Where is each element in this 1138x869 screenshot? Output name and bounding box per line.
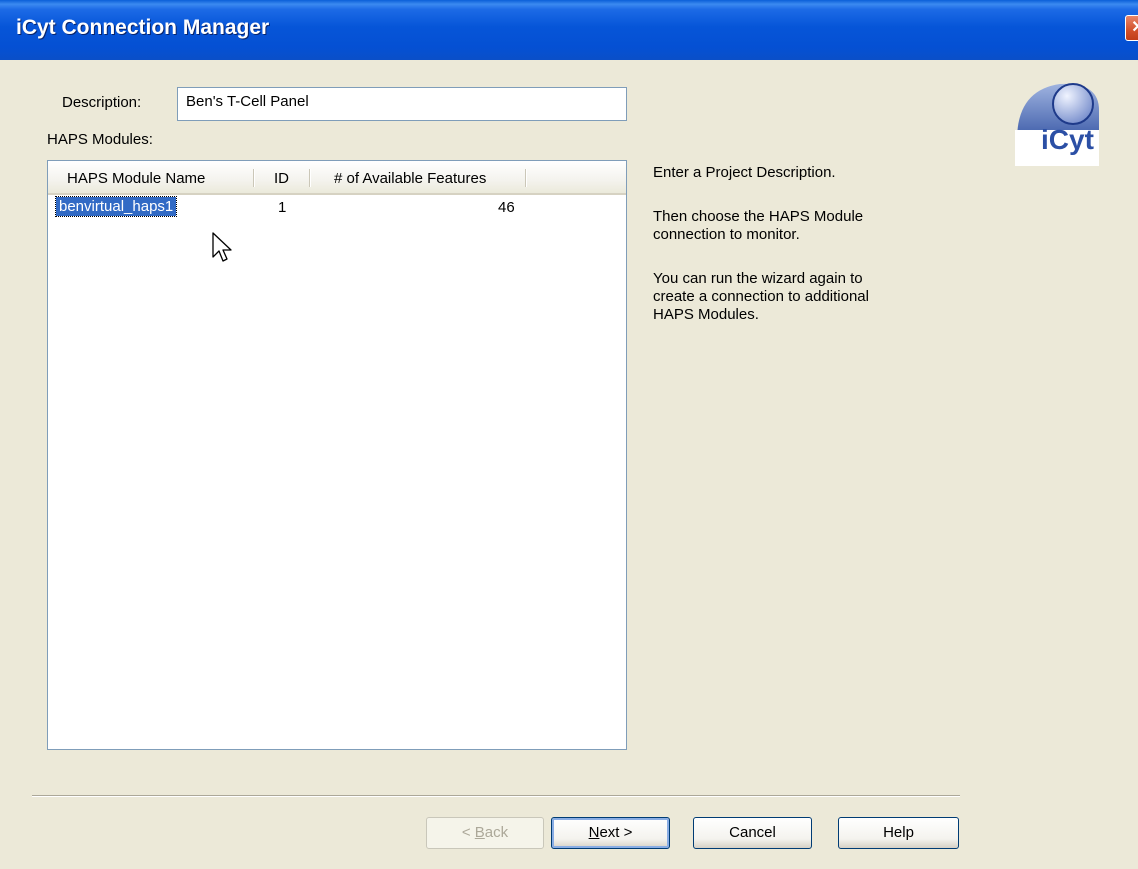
instruction-line-3b: create a connection to additional — [653, 288, 869, 305]
column-divider[interactable] — [253, 169, 254, 187]
instruction-line-3a: You can run the wizard again to — [653, 270, 863, 287]
close-icon: ✕ — [1131, 19, 1138, 36]
help-button[interactable]: Help — [838, 817, 959, 849]
back-label: ack — [484, 824, 509, 841]
instruction-line-2b: connection to monitor. — [653, 226, 800, 243]
back-button[interactable]: < Back — [426, 817, 544, 849]
cancel-button[interactable]: Cancel — [693, 817, 812, 849]
description-label: Description: — [62, 94, 142, 111]
description-value: Ben's T-Cell Panel — [186, 93, 309, 110]
next-button[interactable]: Next > — [551, 817, 670, 849]
haps-modules-label: HAPS Modules: — [47, 131, 153, 148]
instruction-line-2a: Then choose the HAPS Module — [653, 208, 864, 225]
logo-text: iCyt — [1041, 124, 1094, 155]
column-header-id[interactable]: ID — [274, 170, 289, 187]
column-header-features[interactable]: # of Available Features — [334, 170, 486, 187]
column-divider[interactable] — [309, 169, 310, 187]
table-row[interactable]: benvirtual_haps1 1 46 — [48, 196, 626, 219]
help-label: Help — [883, 824, 914, 841]
module-id-cell: 1 — [278, 199, 287, 216]
instruction-line-1: Enter a Project Description. — [653, 164, 836, 181]
back-accelerator: B — [474, 824, 485, 841]
list-header: HAPS Module Name ID # of Available Featu… — [48, 161, 626, 195]
description-input[interactable]: Ben's T-Cell Panel — [177, 87, 627, 121]
next-label: ext > — [599, 824, 633, 841]
column-divider[interactable] — [525, 169, 526, 187]
close-button[interactable]: ✕ — [1125, 15, 1138, 41]
window-title: iCyt Connection Manager — [16, 16, 270, 39]
module-features-cell: 46 — [498, 199, 515, 216]
haps-modules-list[interactable]: HAPS Module Name ID # of Available Featu… — [47, 160, 627, 750]
next-accelerator: N — [588, 824, 600, 841]
icyt-logo-icon: iCyt — [1015, 70, 1099, 166]
title-bar: iCyt Connection Manager ✕ — [0, 0, 1138, 60]
footer-separator — [32, 795, 960, 797]
instruction-line-3c: HAPS Modules. — [653, 306, 759, 323]
back-prefix: < — [461, 824, 475, 841]
column-header-name[interactable]: HAPS Module Name — [67, 170, 205, 187]
module-name-cell[interactable]: benvirtual_haps1 — [54, 196, 178, 217]
mouse-cursor-icon — [212, 232, 234, 270]
cancel-label: Cancel — [729, 824, 776, 841]
